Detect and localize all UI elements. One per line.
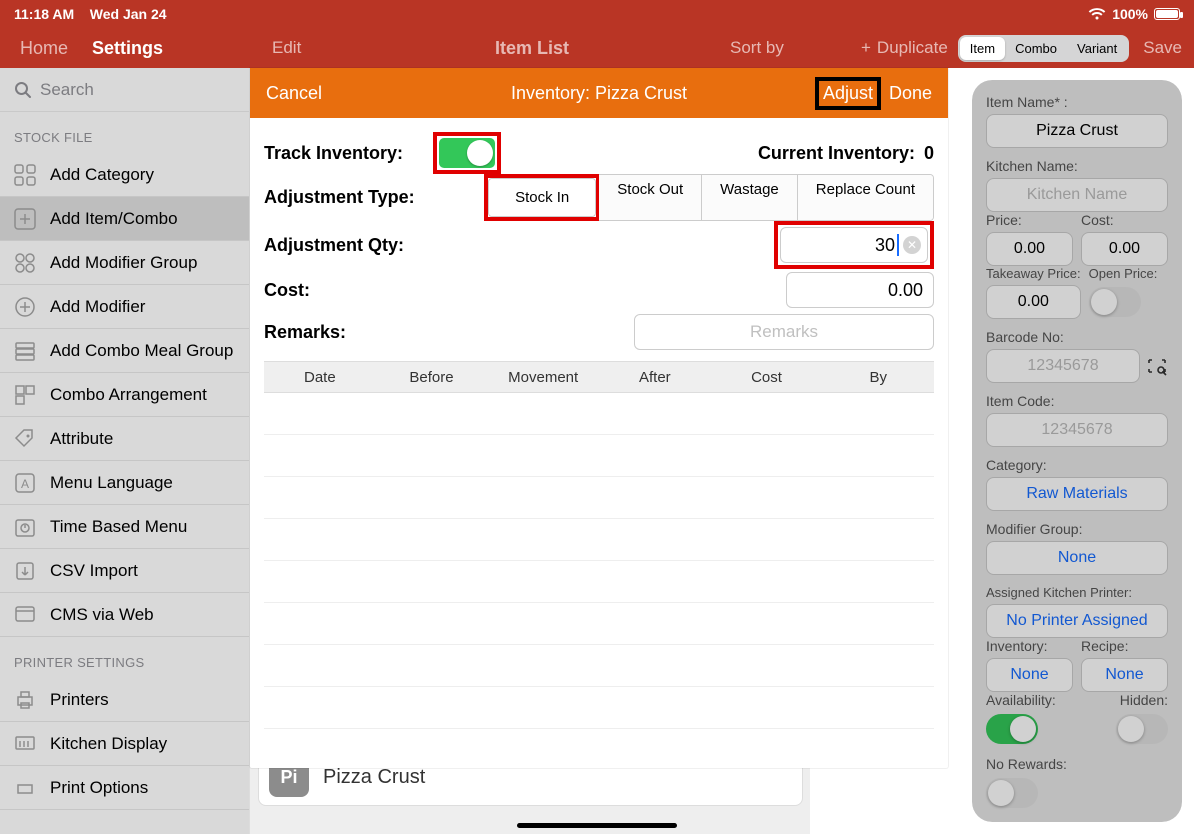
clear-icon[interactable]: ✕ — [903, 236, 921, 254]
recipe-button[interactable]: None — [1081, 658, 1168, 692]
inventory-modal: Cancel Inventory: Pizza Crust Adjust Don… — [250, 68, 948, 768]
seg-combo[interactable]: Combo — [1005, 37, 1067, 60]
battery-icon — [1154, 8, 1180, 20]
cost-label-modal: Cost: — [264, 280, 310, 301]
modal-header: Cancel Inventory: Pizza Crust Adjust Don… — [250, 68, 948, 118]
track-inventory-label: Track Inventory: — [264, 143, 403, 164]
modal-adjust-button[interactable]: Adjust — [815, 77, 881, 110]
history-table-header: Date Before Movement After Cost By — [264, 361, 934, 393]
availability-toggle[interactable] — [986, 714, 1038, 744]
type-segment: Item Combo Variant — [958, 35, 1129, 62]
table-row — [264, 603, 934, 645]
kitchen-name-field[interactable]: Kitchen Name — [986, 178, 1168, 212]
barcode-scan-icon[interactable] — [1146, 355, 1168, 377]
hidden-toggle[interactable] — [1116, 714, 1168, 744]
barcode-field[interactable]: 12345678 — [986, 349, 1140, 383]
category-label: Category: — [986, 457, 1168, 473]
table-row — [264, 435, 934, 477]
category-button[interactable]: Raw Materials — [986, 477, 1168, 511]
takeaway-field[interactable]: 0.00 — [986, 285, 1081, 319]
status-date: Wed Jan 24 — [90, 6, 167, 22]
adjustment-type-label: Adjustment Type: — [264, 187, 415, 208]
modifier-group-button[interactable]: None — [986, 541, 1168, 575]
no-rewards-toggle[interactable] — [986, 778, 1038, 808]
status-bar: 11:18 AM Wed Jan 24 100% — [0, 0, 1194, 28]
modal-body: Track Inventory: Current Inventory: 0 Ad… — [250, 118, 948, 743]
adjustment-qty-input[interactable]: 30 ✕ — [780, 227, 928, 263]
nav-home[interactable]: Home — [20, 38, 68, 59]
inventory-button[interactable]: None — [986, 658, 1073, 692]
modal-cancel[interactable]: Cancel — [266, 83, 322, 104]
cost-label: Cost: — [1081, 212, 1168, 228]
cost-field[interactable]: 0.00 — [1081, 232, 1168, 266]
current-inventory-label: Current Inventory: — [758, 143, 915, 163]
nav-duplicate[interactable]: + Duplicate — [861, 38, 948, 58]
inventory-label: Inventory: — [986, 638, 1073, 654]
takeaway-label: Takeaway Price: — [986, 266, 1081, 281]
text-cursor — [897, 234, 899, 256]
adj-type-wastage[interactable]: Wastage — [702, 175, 798, 220]
printer-button[interactable]: No Printer Assigned — [986, 604, 1168, 638]
modal-done-button[interactable]: Done — [889, 83, 932, 104]
detail-card: Item Name* : Pizza Crust Kitchen Name: K… — [972, 80, 1182, 822]
wifi-icon — [1088, 7, 1106, 21]
adjustment-qty-label: Adjustment Qty: — [264, 235, 404, 256]
item-name-label: Item Name* : — [986, 94, 1168, 110]
home-indicator[interactable] — [517, 823, 677, 828]
th-movement: Movement — [487, 369, 599, 386]
item-row-label: Pizza Crust — [323, 766, 425, 789]
adj-type-stock-in[interactable]: Stock In — [489, 179, 595, 216]
table-row — [264, 687, 934, 729]
track-inventory-toggle[interactable] — [439, 138, 495, 168]
table-row — [264, 393, 934, 435]
item-code-field[interactable]: 12345678 — [986, 413, 1168, 447]
no-rewards-label: No Rewards: — [986, 756, 1168, 772]
battery-percent: 100% — [1112, 6, 1148, 22]
table-row — [264, 519, 934, 561]
status-time: 11:18 AM — [14, 6, 74, 22]
cost-input[interactable]: 0.00 — [786, 272, 934, 308]
price-field[interactable]: 0.00 — [986, 232, 1073, 266]
barcode-label: Barcode No: — [986, 329, 1168, 345]
seg-variant[interactable]: Variant — [1067, 37, 1127, 60]
th-after: After — [599, 369, 711, 386]
th-by: By — [822, 369, 934, 386]
item-name-field[interactable]: Pizza Crust — [986, 114, 1168, 148]
hidden-label: Hidden: — [1081, 692, 1168, 708]
top-nav: Home Settings Edit Item List Sort by + D… — [0, 28, 1194, 68]
nav-edit[interactable]: Edit — [272, 38, 301, 58]
remarks-input[interactable]: Remarks — [634, 314, 934, 350]
adj-type-replace-count[interactable]: Replace Count — [798, 175, 933, 220]
printer-label: Assigned Kitchen Printer: — [986, 585, 1168, 600]
plus-icon: + — [861, 38, 871, 58]
nav-save[interactable]: Save — [1143, 38, 1182, 58]
seg-item[interactable]: Item — [960, 37, 1005, 60]
item-code-label: Item Code: — [986, 393, 1168, 409]
nav-title: Item List — [495, 38, 569, 59]
adj-type-stock-out[interactable]: Stock Out — [599, 175, 702, 220]
remarks-label: Remarks: — [264, 322, 346, 343]
current-inventory-value: 0 — [924, 143, 934, 163]
th-date: Date — [264, 369, 376, 386]
kitchen-name-label: Kitchen Name: — [986, 158, 1168, 174]
price-label: Price: — [986, 212, 1073, 228]
th-before: Before — [376, 369, 488, 386]
sidebar: Search STOCK FILE Add Category Add Item/… — [0, 68, 250, 834]
modifier-group-label: Modifier Group: — [986, 521, 1168, 537]
th-cost: Cost — [711, 369, 823, 386]
table-row — [264, 645, 934, 687]
open-price-toggle[interactable] — [1089, 287, 1141, 317]
nav-sortby[interactable]: Sort by — [730, 38, 784, 58]
nav-settings[interactable]: Settings — [92, 38, 163, 59]
sidebar-scrim — [0, 68, 249, 834]
open-price-label: Open Price: — [1089, 266, 1168, 281]
recipe-label: Recipe: — [1081, 638, 1168, 654]
table-row — [264, 477, 934, 519]
table-row — [264, 561, 934, 603]
availability-label: Availability: — [986, 692, 1073, 708]
